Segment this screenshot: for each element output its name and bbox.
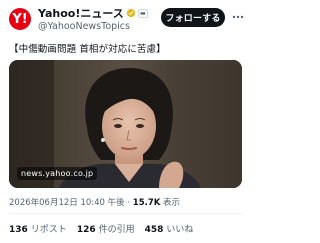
engagement-stats: 136 リポスト 126 件の引用 458 いいね (9, 222, 193, 235)
reposts-stat[interactable]: 136 リポスト (9, 222, 67, 235)
media-watermark: news.yahoo.co.jp (17, 167, 98, 180)
verified-badge-icon (126, 8, 136, 18)
avatar-logo: Y! (12, 11, 28, 27)
quotes-stat[interactable]: 126 件の引用 (77, 222, 135, 235)
timestamp[interactable]: 2026年06月12日 10:40 午後 (9, 198, 125, 208)
account-display-name[interactable]: Yahoo!ニュース (38, 5, 124, 21)
reposts-label: リポスト (30, 225, 67, 235)
tweet-media[interactable]: news.yahoo.co.jp (9, 60, 242, 188)
tweet-header: Y! Yahoo!ニュース ▬ @YahooNewsTopics フォローする (0, 0, 250, 36)
tweet-text: 【中傷動画問題 首相が対応に苦慮】 (9, 44, 166, 55)
account-handle[interactable]: @YahooNewsTopics (38, 21, 148, 32)
name-row: Yahoo!ニュース ▬ (38, 6, 148, 20)
reposts-count: 136 (9, 225, 28, 235)
account-avatar[interactable]: Y! (9, 8, 31, 30)
quotes-label: 件の引用 (98, 225, 135, 235)
more-dots-icon[interactable] (231, 10, 245, 24)
likes-count: 458 (144, 225, 164, 235)
affiliate-badge-icon: ▬ (137, 8, 148, 18)
likes-label: いいね (166, 225, 194, 235)
likes-stat[interactable]: 458 いいね (145, 222, 194, 235)
meta-separator: · (127, 198, 131, 208)
tweet-meta: 2026年06月12日 10:40 午後 · 15.7K 表示 (9, 196, 180, 208)
stats-divider (9, 213, 242, 214)
views-label: 表示 (163, 198, 181, 208)
follow-button[interactable]: フォローする (161, 8, 225, 27)
views-count: 15.7K (132, 198, 161, 208)
account-name-block: Yahoo!ニュース ▬ @YahooNewsTopics (38, 6, 148, 32)
quotes-count: 126 (76, 225, 96, 235)
